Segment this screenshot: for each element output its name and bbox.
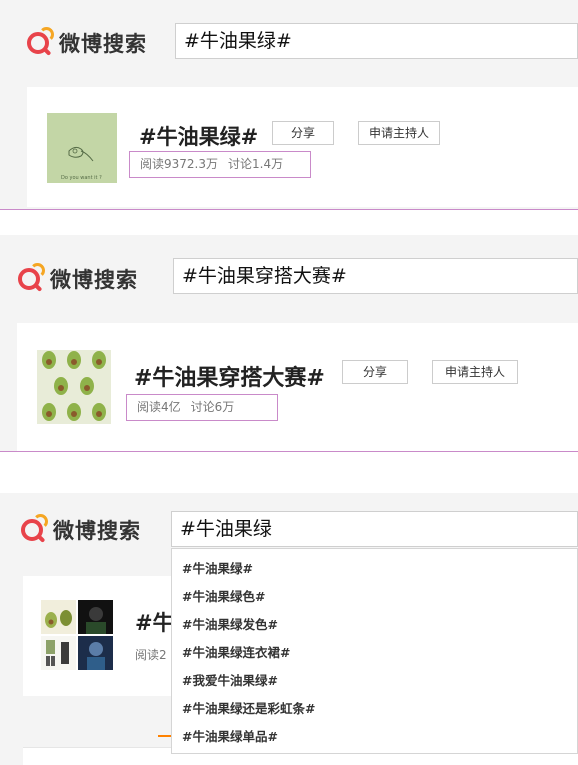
topic-title[interactable]: #牛 <box>135 607 174 637</box>
topic-stats: 阅读4亿 讨论6万 <box>126 394 278 421</box>
search-panel-1: 微博搜索 #牛油果绿# Do you want it ? #牛油果绿# 分享 申… <box>0 0 578 210</box>
topic-title[interactable]: #牛油果穿搭大赛# <box>134 360 325 392</box>
discussion-count: 讨论6万 <box>190 400 235 414</box>
search-input[interactable]: #牛油果穿搭大赛# <box>173 258 578 294</box>
search-input[interactable]: #牛油果绿# <box>175 23 578 59</box>
weibo-search-logo[interactable]: 微博搜索 <box>21 514 141 545</box>
avatar-tile <box>78 600 113 634</box>
person-photo-icon <box>87 642 105 670</box>
read-count: 阅读9372.3万 <box>140 157 218 171</box>
avocado-icon <box>45 610 72 628</box>
avatar-tile <box>78 636 113 670</box>
read-count: 阅读4亿 <box>137 400 181 414</box>
logo-text: 微博搜索 <box>59 32 147 56</box>
suggestion-item[interactable]: #牛油果绿单品# <box>172 723 577 751</box>
search-panel-2: 微博搜索 #牛油果穿搭大赛# #牛油果穿搭大赛# 分享 申请主持人 阅读4亿 讨论… <box>0 235 578 451</box>
search-suggestion-dropdown: #牛油果绿# #牛油果绿色# #牛油果绿发色# #牛油果绿连衣裙# #我爱牛油果… <box>171 548 578 754</box>
topic-stats: 阅读9372.3万 讨论1.4万 <box>129 151 311 178</box>
topic-title[interactable]: #牛油果绿# <box>139 121 258 151</box>
suggestion-item[interactable]: #牛油果绿发色# <box>172 611 577 639</box>
divider <box>0 209 578 210</box>
person-photo-icon <box>86 607 106 634</box>
avatar-tile <box>41 636 76 670</box>
divider <box>0 451 578 452</box>
suggestion-item[interactable]: #牛油果绿还是彩虹条# <box>172 695 577 723</box>
logo-text: 微博搜索 <box>50 268 138 292</box>
suggestion-item[interactable]: #牛油果绿色# <box>172 583 577 611</box>
search-logo-icon <box>18 263 45 290</box>
search-input[interactable]: #牛油果绿 <box>171 511 578 547</box>
topic-avatar[interactable] <box>37 350 111 424</box>
weibo-search-logo[interactable]: 微博搜索 <box>27 27 147 58</box>
weibo-search-logo[interactable]: 微博搜索 <box>18 263 138 294</box>
suggestion-item[interactable]: #牛油果绿# <box>172 555 577 583</box>
hand-drawing-icon <box>68 146 94 162</box>
share-button[interactable]: 分享 <box>272 121 334 145</box>
topic-avatar-grid[interactable] <box>41 600 113 670</box>
apply-host-button[interactable]: 申请主持人 <box>358 121 440 145</box>
discussion-count: 讨论1.4万 <box>228 157 284 171</box>
avatar-tile <box>41 600 76 634</box>
suggestion-item[interactable]: #牛油果绿连衣裙# <box>172 639 577 667</box>
apply-host-button[interactable]: 申请主持人 <box>432 360 518 384</box>
share-button[interactable]: 分享 <box>342 360 408 384</box>
search-logo-icon <box>27 27 54 54</box>
topic-card: Do you want it ? #牛油果绿# 分享 申请主持人 阅读9372.… <box>27 87 578 207</box>
outfit-icon <box>46 640 69 666</box>
search-logo-icon <box>21 514 48 541</box>
logo-text: 微博搜索 <box>53 519 141 543</box>
avatar-caption: Do you want it ? <box>61 175 102 181</box>
topic-avatar[interactable]: Do you want it ? <box>47 113 117 183</box>
avocado-pattern-icon <box>42 351 106 421</box>
suggestion-item[interactable]: #我爱牛油果绿# <box>172 667 577 695</box>
topic-card: #牛油果穿搭大赛# 分享 申请主持人 阅读4亿 讨论6万 <box>17 323 578 451</box>
read-count: 阅读2 <box>135 648 167 662</box>
